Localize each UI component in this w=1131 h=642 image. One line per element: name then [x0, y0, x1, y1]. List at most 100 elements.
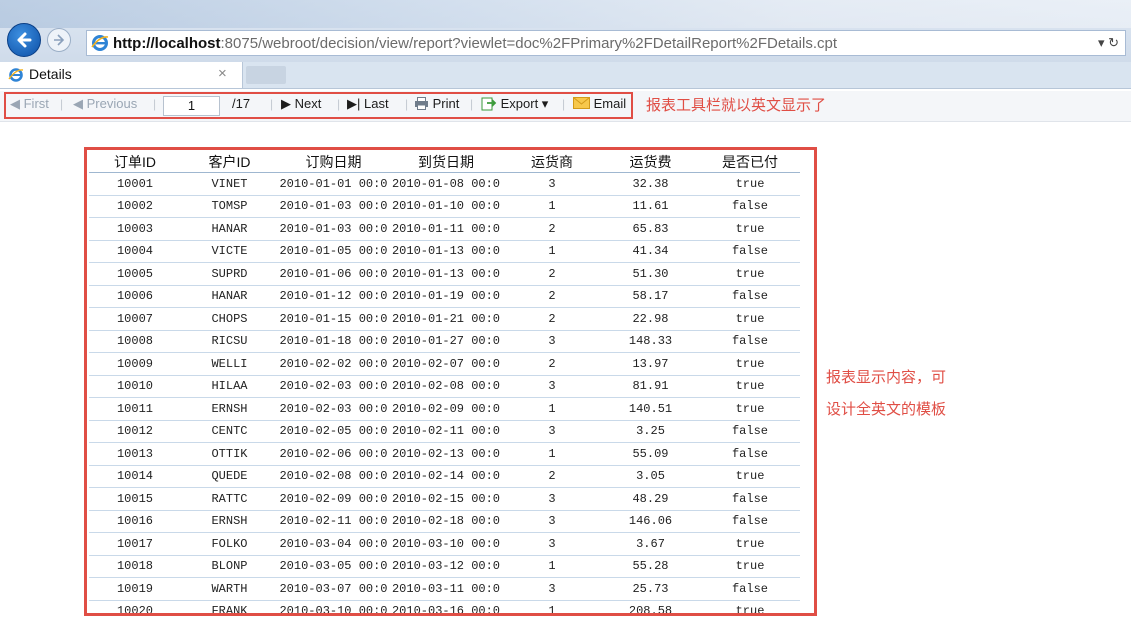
table-cell: 10006 [89, 285, 181, 308]
table-cell: 10011 [89, 397, 181, 421]
table-cell: 1 [503, 240, 601, 263]
table-cell: 55.28 [601, 555, 700, 578]
tab-bar: Details × [0, 62, 1131, 89]
table-cell: 2010-01-15 00:0 [278, 307, 389, 331]
content-annotation-line1: 报表显示内容，可 [826, 369, 947, 386]
table-cell: 10020 [89, 600, 181, 613]
table-cell: HANAR [181, 285, 278, 308]
table-cell: 10014 [89, 465, 181, 488]
table-cell: 2010-01-11 00:0 [389, 217, 503, 241]
table-cell: 140.51 [601, 397, 700, 421]
column-header: 到货日期 [389, 152, 503, 173]
table-cell: 2010-02-09 00:0 [278, 487, 389, 511]
content-annotation-line2: 设计全英文的模板 [826, 401, 947, 418]
table-cell: 10001 [89, 172, 181, 196]
table-row: 10004 VICTE 2010-01-05 00:0 2010-01-13 00:0… [89, 240, 800, 263]
table-cell: 11.61 [601, 195, 700, 218]
table-cell: 2 [503, 307, 601, 331]
table-row: 10011 ERNSH 2010-02-03 00:0 2010-02-09 00:0… [89, 397, 800, 421]
table-cell: 10015 [89, 487, 181, 511]
tab-title: Details [29, 66, 72, 82]
column-header: 运货费 [601, 152, 700, 173]
table-cell: 2 [503, 262, 601, 286]
table-cell: 2 [503, 217, 601, 241]
column-header: 订购日期 [278, 152, 389, 173]
table-cell: VICTE [181, 240, 278, 263]
table-cell: RATTC [181, 487, 278, 511]
tab-details[interactable]: Details × [0, 62, 243, 88]
table-cell: 2010-02-11 00:0 [389, 420, 503, 443]
table-row: 10013 OTTIK 2010-02-06 00:0 2010-02-13 00:0… [89, 442, 800, 466]
url-text: http://localhost:8075/webroot/decision/v… [113, 35, 837, 52]
column-header: 是否已付 [700, 152, 800, 173]
table-cell: 2010-03-10 00:0 [389, 532, 503, 556]
table-cell: false [700, 330, 800, 353]
report-table: 订单ID 客户ID 订购日期 到货日期 运货商 运货费 是否已付 10001 VI… [89, 152, 800, 613]
table-cell: true [700, 352, 800, 376]
table-row: 10003 HANAR 2010-01-03 00:0 2010-01-11 00:0… [89, 217, 800, 241]
table-cell: WARTH [181, 577, 278, 601]
table-row: 10002 TOMSP 2010-01-03 00:0 2010-01-10 00:0… [89, 195, 800, 218]
back-arrow-icon [17, 32, 32, 48]
table-cell: 2010-01-01 00:0 [278, 172, 389, 196]
table-cell: 1 [503, 397, 601, 421]
table-cell: false [700, 577, 800, 601]
table-row: 10015 RATTC 2010-02-09 00:0 2010-02-15 00:0… [89, 487, 800, 511]
table-cell: 148.33 [601, 330, 700, 353]
table-cell: false [700, 195, 800, 218]
table-cell: 48.29 [601, 487, 700, 511]
table-cell: ERNSH [181, 397, 278, 421]
table-cell: 2010-03-11 00:0 [389, 577, 503, 601]
back-button[interactable] [7, 23, 41, 57]
forward-button[interactable] [47, 28, 71, 52]
table-cell: 2010-01-05 00:0 [278, 240, 389, 263]
table-cell: 2010-01-19 00:0 [389, 285, 503, 308]
new-tab-button[interactable] [246, 66, 286, 84]
table-cell: true [700, 172, 800, 196]
address-bar-area: http://localhost:8075/webroot/decision/v… [0, 0, 1131, 62]
table-cell: 2010-02-03 00:0 [278, 375, 389, 398]
table-cell: 51.30 [601, 262, 700, 286]
forward-arrow-icon [54, 34, 65, 46]
table-cell: 10018 [89, 555, 181, 578]
table-cell: 2010-03-04 00:0 [278, 532, 389, 556]
table-cell: false [700, 487, 800, 511]
table-cell: true [700, 375, 800, 398]
table-cell: 2010-03-12 00:0 [389, 555, 503, 578]
tab-close-icon[interactable]: × [218, 65, 227, 82]
table-cell: OTTIK [181, 442, 278, 466]
table-cell: CHOPS [181, 307, 278, 331]
table-cell: 2010-01-18 00:0 [278, 330, 389, 353]
report-content-frame: 订单ID 客户ID 订购日期 到货日期 运货商 运货费 是否已付 10001 VI… [84, 147, 817, 616]
address-input[interactable]: http://localhost:8075/webroot/decision/v… [86, 30, 1126, 56]
table-cell: true [700, 600, 800, 613]
table-cell: 65.83 [601, 217, 700, 241]
url-controls[interactable]: ▾ ↻ [1098, 35, 1119, 51]
table-row: 10017 FOLKO 2010-03-04 00:0 2010-03-10 00:0… [89, 532, 800, 556]
table-cell: 2010-02-06 00:0 [278, 442, 389, 466]
column-header: 订单ID [89, 152, 181, 173]
table-cell: 1 [503, 195, 601, 218]
table-cell: 10012 [89, 420, 181, 443]
table-row: 10018 BLONP 2010-03-05 00:0 2010-03-12 00:0… [89, 555, 800, 578]
table-cell: true [700, 465, 800, 488]
table-cell: 2 [503, 352, 601, 376]
table-cell: true [700, 532, 800, 556]
table-row: 10014 QUEDE 2010-02-08 00:0 2010-02-14 00:0… [89, 465, 800, 488]
table-cell: WELLI [181, 352, 278, 376]
table-cell: 10008 [89, 330, 181, 353]
table-cell: 2010-01-13 00:0 [389, 240, 503, 263]
report-body: 10001 VINET 2010-01-01 00:0 2010-01-08 00:0… [89, 172, 800, 613]
table-cell: 2010-01-12 00:0 [278, 285, 389, 308]
table-row: 10007 CHOPS 2010-01-15 00:0 2010-01-21 00:0… [89, 307, 800, 331]
table-cell: false [700, 442, 800, 466]
table-cell: 208.58 [601, 600, 700, 613]
table-cell: 2010-02-08 00:0 [389, 375, 503, 398]
window-title-strip [0, 0, 1131, 28]
table-cell: 2 [503, 465, 601, 488]
table-cell: 3.67 [601, 532, 700, 556]
table-cell: 2010-03-16 00:0 [389, 600, 503, 613]
table-cell: CENTC [181, 420, 278, 443]
table-cell: 2010-02-13 00:0 [389, 442, 503, 466]
table-cell: HILAA [181, 375, 278, 398]
